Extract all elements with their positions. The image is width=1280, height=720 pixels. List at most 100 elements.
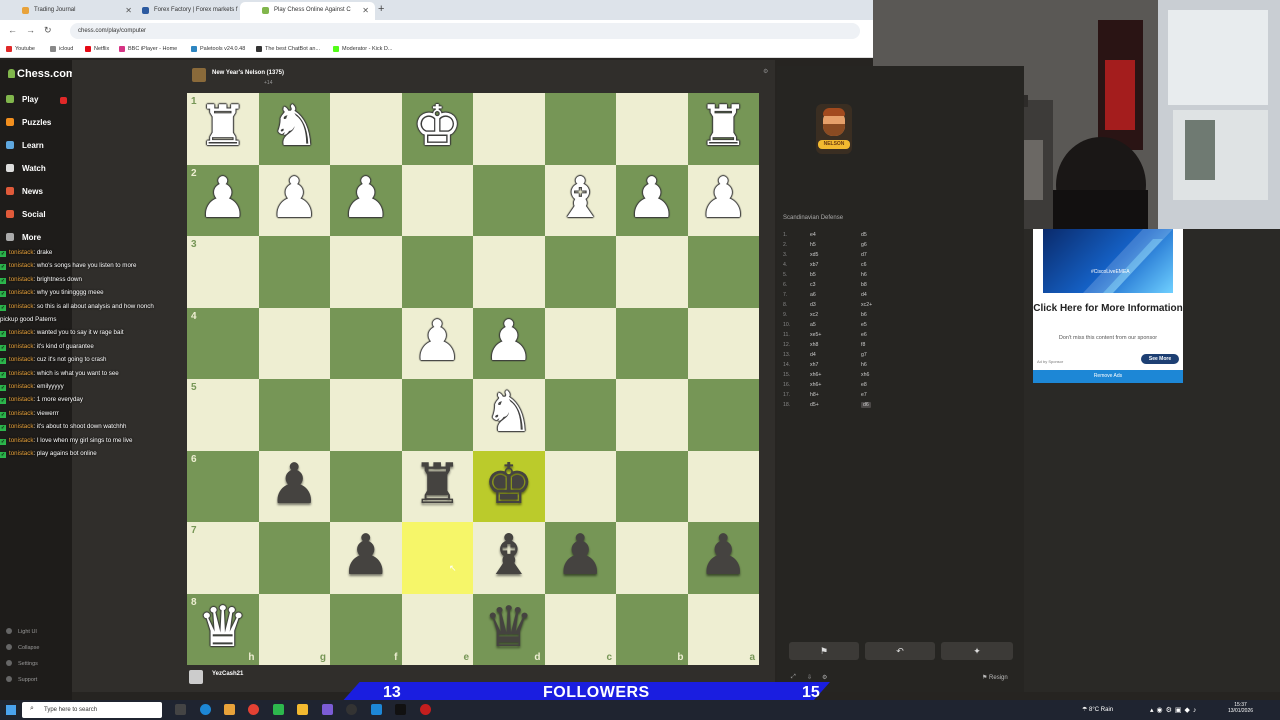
black-move[interactable]: xh6 <box>861 372 869 378</box>
board-square[interactable] <box>616 379 688 451</box>
black-pawn-icon[interactable]: ♟ <box>545 522 617 594</box>
chess-board[interactable]: 1 ♜ ♞ ♚ ♜ 2 ♟ ♟ ♟ ♝ ♟ ♟ 3 4 ♟ ♟ 5 ♞ 6 ♟ ♜ ♚ 7 ♟ ♝ ♟ ♟ 8 h ♛ g f e d ♛ c b a <box>187 93 759 665</box>
expand-icon[interactable]: ⤢ <box>791 674 796 681</box>
gear-icon[interactable]: ⚙ <box>822 674 827 681</box>
white-knight-icon[interactable]: ♞ <box>473 379 545 451</box>
black-king-icon[interactable]: ♚ <box>473 451 545 523</box>
app-icon[interactable] <box>273 704 284 715</box>
board-square[interactable] <box>687 236 759 308</box>
app-icon[interactable] <box>322 704 333 715</box>
board-square[interactable]: ♚ <box>401 93 474 165</box>
board-square[interactable]: ♟ <box>687 164 759 236</box>
black-queen-icon[interactable]: ♛ <box>473 594 545 666</box>
board-square[interactable]: g <box>258 593 330 665</box>
white-rook-icon[interactable]: ♜ <box>688 93 760 165</box>
board-square[interactable] <box>330 236 402 308</box>
board-square[interactable] <box>616 93 688 165</box>
board-square[interactable]: ♝ <box>544 164 617 237</box>
board-square[interactable] <box>544 93 616 165</box>
sidebar-item-more[interactable]: More <box>6 233 41 242</box>
sidebar-item-social[interactable]: Social <box>6 210 46 219</box>
board-square[interactable] <box>616 522 688 594</box>
sidebar-settings[interactable]: Settings <box>6 660 38 667</box>
board-square[interactable] <box>401 379 473 451</box>
board-square[interactable]: 1 ♜ <box>187 93 259 165</box>
board-square[interactable]: ♟ <box>258 164 330 236</box>
board-square[interactable]: 8 h ♛ <box>187 593 259 666</box>
white-move[interactable]: xh6+ <box>810 372 821 378</box>
board-square[interactable]: d ♛ <box>473 593 545 666</box>
white-move[interactable]: xe5+ <box>810 332 821 338</box>
board-square[interactable]: ♟ <box>687 522 759 594</box>
board-square[interactable]: 2 ♟ <box>187 164 259 237</box>
board-square[interactable]: ♟ <box>473 307 545 380</box>
black-move[interactable]: b8 <box>861 282 867 288</box>
black-move[interactable]: e6 <box>861 332 867 338</box>
black-move[interactable]: d5 <box>861 232 867 238</box>
white-move[interactable]: e4 <box>810 232 816 238</box>
board-square[interactable]: ♞ <box>473 379 545 451</box>
white-move[interactable]: d4 <box>810 352 816 358</box>
white-move[interactable]: d5+ <box>810 402 819 408</box>
white-move[interactable]: b5 <box>810 272 816 278</box>
bookmark-item[interactable]: Moderator - Kick D... <box>333 46 392 52</box>
weather-widget[interactable]: ☂ 8°C Rain <box>1082 706 1113 713</box>
sidebar-item-watch[interactable]: Watch <box>6 164 46 173</box>
windows-start-icon[interactable] <box>6 705 16 715</box>
board-square[interactable] <box>616 236 688 308</box>
bookmark-item[interactable]: icloud <box>50 46 73 52</box>
board-square[interactable] <box>330 93 402 165</box>
hint-button[interactable]: ✦ <box>941 642 1013 660</box>
bookmark-item[interactable]: BBC iPlayer - Home <box>119 46 177 52</box>
see-more-button[interactable]: See More <box>1141 354 1179 364</box>
url-field[interactable]: chess.com/play/computer <box>70 23 860 39</box>
white-move[interactable]: xh8 <box>810 342 818 348</box>
board-square[interactable] <box>330 450 402 522</box>
board-square[interactable] <box>401 164 473 236</box>
black-move[interactable]: f8 <box>861 342 865 348</box>
black-rook-icon[interactable]: ♜ <box>402 451 474 523</box>
black-move[interactable]: e7 <box>861 392 867 398</box>
board-square[interactable]: ♟ <box>401 307 473 379</box>
white-move[interactable]: xh6+ <box>810 382 821 388</box>
bookmark-item[interactable]: Youtube <box>6 46 35 52</box>
white-queen-icon[interactable]: ♛ <box>187 594 259 666</box>
black-move[interactable]: g6 <box>861 242 867 248</box>
clock[interactable]: 15:37 13/01/2026 <box>1228 702 1253 714</box>
white-move[interactable]: d3 <box>810 302 816 308</box>
black-move[interactable]: b6 <box>861 312 867 318</box>
close-icon[interactable]: ✕ <box>362 6 369 15</box>
board-square[interactable]: ♟ <box>258 450 330 522</box>
sidebar-item-learn[interactable]: Learn <box>6 141 44 150</box>
white-move[interactable]: a5 <box>810 322 816 328</box>
black-move[interactable]: g7 <box>861 352 867 358</box>
task-view-icon[interactable] <box>175 704 186 715</box>
sidebar-collapse[interactable]: Collapse <box>6 644 39 651</box>
white-king-icon[interactable]: ♚ <box>402 93 474 165</box>
white-knight-icon[interactable]: ♞ <box>259 93 331 165</box>
sidebar-item-news[interactable]: News <box>6 187 43 196</box>
white-move[interactable]: a6 <box>810 292 816 298</box>
bookmark-item[interactable]: The best ChatBot an... <box>256 46 320 52</box>
sidebar-support[interactable]: Support <box>6 676 37 683</box>
board-square[interactable]: ♟ <box>544 522 617 594</box>
sidebar-light-ui[interactable]: Light UI <box>6 628 37 635</box>
sponsor-ad[interactable]: #CiscoLiveEMEA Click Here for More Infor… <box>1033 229 1183 383</box>
white-bishop-icon[interactable]: ♝ <box>545 165 617 237</box>
system-tray-icons[interactable]: ▴◉⚙▣◆♪ <box>1150 706 1199 714</box>
forward-icon[interactable]: → <box>26 25 35 35</box>
white-pawn-icon[interactable]: ♟ <box>187 165 259 237</box>
browser-tab-active[interactable]: Play Chess Online Against C ✕ <box>240 2 375 20</box>
taskbar-search[interactable]: ⌕ Type here to search <box>22 702 162 718</box>
white-move[interactable]: xh7 <box>810 362 818 368</box>
white-move[interactable]: xc2 <box>810 312 818 318</box>
board-square[interactable] <box>544 307 616 379</box>
white-pawn-icon[interactable]: ♟ <box>473 308 545 380</box>
board-square[interactable]: 6 <box>187 450 259 522</box>
chesscom-logo[interactable]: Chess.com <box>8 68 76 80</box>
black-move[interactable]: xc2+ <box>861 302 872 308</box>
black-move[interactable]: e8 <box>861 382 867 388</box>
board-square[interactable] <box>544 236 616 308</box>
explorer-icon[interactable] <box>224 704 235 715</box>
folder-icon[interactable] <box>297 704 308 715</box>
